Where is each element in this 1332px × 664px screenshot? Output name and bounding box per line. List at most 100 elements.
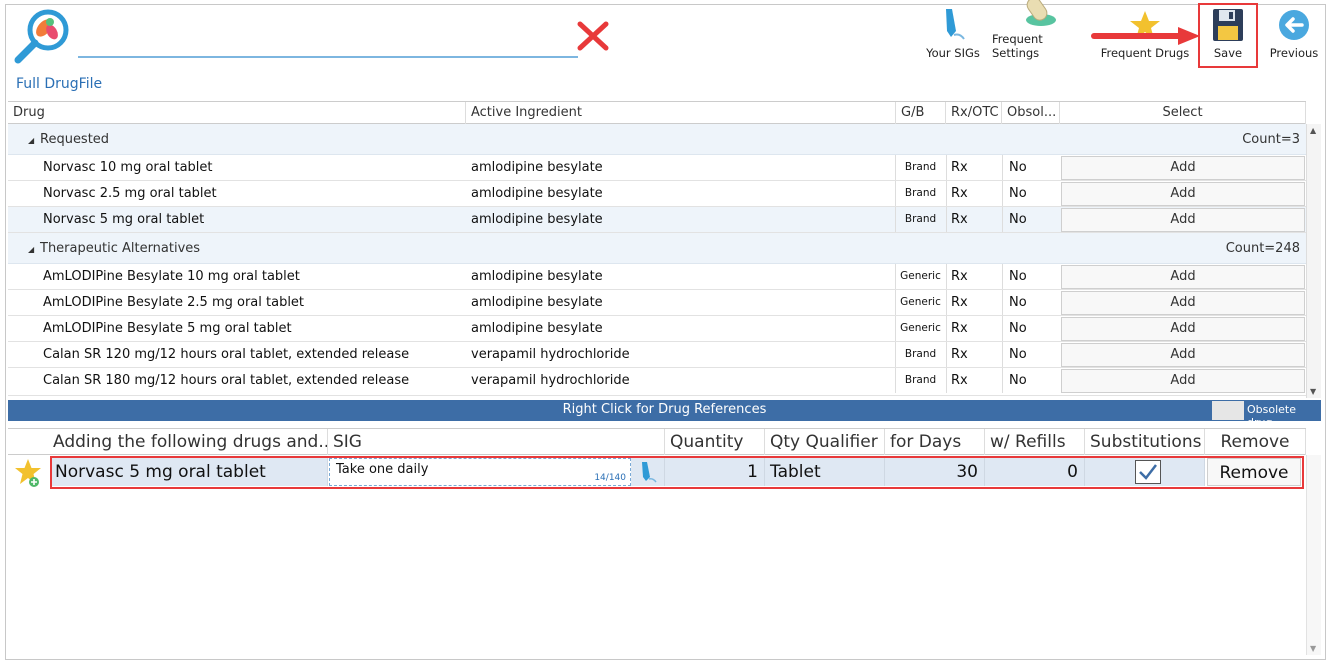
pen-icon [935,7,971,43]
add-button[interactable]: Add [1061,291,1305,315]
col-refills[interactable]: w/ Refills [985,429,1085,455]
add-button[interactable]: Add [1061,156,1305,180]
col-obsolete[interactable]: Obsol... [1002,102,1060,124]
group-therapeutic-alternatives[interactable]: ◢ Therapeutic Alternatives Count=248 [8,233,1306,264]
active-ingredient: amlodipine besylate [471,212,603,227]
col-select[interactable]: Select [1060,102,1306,124]
col-drug[interactable]: Drug [8,102,466,124]
scroll-up-icon[interactable]: ▲ [1310,126,1316,135]
obsolete: No [1002,368,1060,393]
table-row[interactable]: Calan SR 120 mg/12 hours oral tablet, ex… [8,342,1306,368]
active-ingredient: amlodipine besylate [471,295,603,310]
frequent-drugs-label: Frequent Drugs [1100,46,1190,60]
drug-references-hint: Right Click for Drug References [562,402,767,417]
back-arrow-icon [1276,7,1312,43]
group-name: Therapeutic Alternatives [40,241,201,256]
drug-name: Norvasc 2.5 mg oral tablet [43,186,217,201]
drug-name: AmLODIPine Besylate 2.5 mg oral tablet [43,295,305,310]
drug-grid-header: Drug Active Ingredient G/B Rx/OTC Obsol.… [8,101,1306,124]
drug-name: Calan SR 180 mg/12 hours oral tablet, ex… [43,373,410,388]
drug-search-icon[interactable] [12,8,72,64]
section-title: Full DrugFile [16,76,103,92]
table-row[interactable]: Norvasc 10 mg oral tablet amlodipine bes… [8,155,1306,181]
col-substitutions[interactable]: Substitutions [1085,429,1205,455]
drug-references-bar[interactable]: Right Click for Drug References Obsolete… [8,400,1321,429]
rx-otc: Rx [946,316,1001,341]
obsolete: No [1002,342,1060,367]
table-row[interactable]: AmLODIPine Besylate 5 mg oral tablet aml… [8,316,1306,342]
col-rx[interactable]: Rx/OTC [946,102,1002,124]
scroll-down-icon[interactable]: ▼ [1310,387,1316,396]
previous-button[interactable]: Previous [1266,6,1322,66]
col-quantity[interactable]: Quantity [665,429,765,455]
table-row[interactable]: Norvasc 2.5 mg oral tablet amlodipine be… [8,181,1306,207]
add-button[interactable]: Add [1061,208,1305,232]
obsolete-legend: Obsolete drug [1247,403,1297,429]
generic-brand: Brand [895,368,945,393]
frequent-settings-button[interactable]: Frequent Settings [992,0,1090,66]
obsolete: No [1002,207,1060,232]
table-row-selected[interactable]: Norvasc 5 mg oral tablet amlodipine besy… [8,207,1306,233]
rx-otc: Rx [946,368,1001,393]
obsolete: No [1002,181,1060,206]
generic-brand: Brand [895,342,945,367]
obsolete: No [1002,264,1060,289]
row-highlight [50,456,1304,489]
annotation-arrow [1090,26,1202,46]
collapse-triangle-icon[interactable]: ◢ [28,245,34,254]
col-for-days[interactable]: for Days [885,429,985,455]
group-count: Count=248 [1225,241,1300,256]
add-button[interactable]: Add [1061,265,1305,289]
group-name: Requested [40,132,110,147]
col-qty-qualifier[interactable]: Qty Qualifier [765,429,885,455]
search-input[interactable] [78,56,578,58]
drug-name: Norvasc 5 mg oral tablet [43,212,205,227]
rx-otc: Rx [946,264,1001,289]
scroll-down-icon[interactable]: ▼ [1310,644,1316,653]
generic-brand: Generic [895,264,945,289]
active-ingredient: amlodipine besylate [471,269,603,284]
obsolete: No [1002,155,1060,180]
pill-settings-icon [1023,0,1059,29]
frequent-settings-label: Frequent Settings [992,32,1043,60]
adding-grid-scrollbar[interactable]: ▼ [1306,455,1321,655]
drug-name: AmLODIPine Besylate 5 mg oral tablet [43,321,292,336]
table-row[interactable]: AmLODIPine Besylate 10 mg oral tablet am… [8,264,1306,290]
drug-name: AmLODIPine Besylate 10 mg oral tablet [43,269,300,284]
active-ingredient: verapamil hydrochloride [471,347,630,362]
rx-otc: Rx [946,290,1001,315]
active-ingredient: amlodipine besylate [471,321,603,336]
adding-grid-header: Adding the following drugs and... SIG Qu… [8,428,1306,455]
your-sigs-button[interactable]: Your SIGs [924,6,982,66]
active-ingredient: verapamil hydrochloride [471,373,630,388]
table-row[interactable]: Calan SR 180 mg/12 hours oral tablet, ex… [8,368,1306,396]
col-ingredient[interactable]: Active Ingredient [466,102,896,124]
obsolete: No [1002,316,1060,341]
table-row[interactable]: AmLODIPine Besylate 2.5 mg oral tablet a… [8,290,1306,316]
col-adding-drug[interactable]: Adding the following drugs and... [48,429,328,455]
obsolete: No [1002,290,1060,315]
previous-label: Previous [1269,46,1319,60]
group-count: Count=3 [1242,132,1300,147]
drug-grid-scrollbar[interactable]: ▲ ▼ [1306,124,1321,398]
col-remove[interactable]: Remove [1205,429,1306,455]
generic-brand: Brand [895,155,945,180]
generic-brand: Brand [895,207,945,232]
collapse-triangle-icon[interactable]: ◢ [28,136,34,145]
add-button[interactable]: Add [1061,317,1305,341]
add-button[interactable]: Add [1061,343,1305,367]
rx-otc: Rx [946,155,1001,180]
clear-search-icon[interactable] [576,20,610,52]
col-sig[interactable]: SIG [328,429,665,455]
rx-otc: Rx [946,342,1001,367]
add-button[interactable]: Add [1061,369,1305,393]
favorite-star-icon[interactable] [14,458,42,488]
obsolete-swatch [1212,401,1244,420]
active-ingredient: amlodipine besylate [471,160,603,175]
generic-brand: Generic [895,316,945,341]
drug-name: Calan SR 120 mg/12 hours oral tablet, ex… [43,347,410,362]
col-gb[interactable]: G/B [896,102,946,124]
your-sigs-label: Your SIGs [926,46,980,60]
add-button[interactable]: Add [1061,182,1305,206]
group-requested[interactable]: ◢ Requested Count=3 [8,124,1306,155]
